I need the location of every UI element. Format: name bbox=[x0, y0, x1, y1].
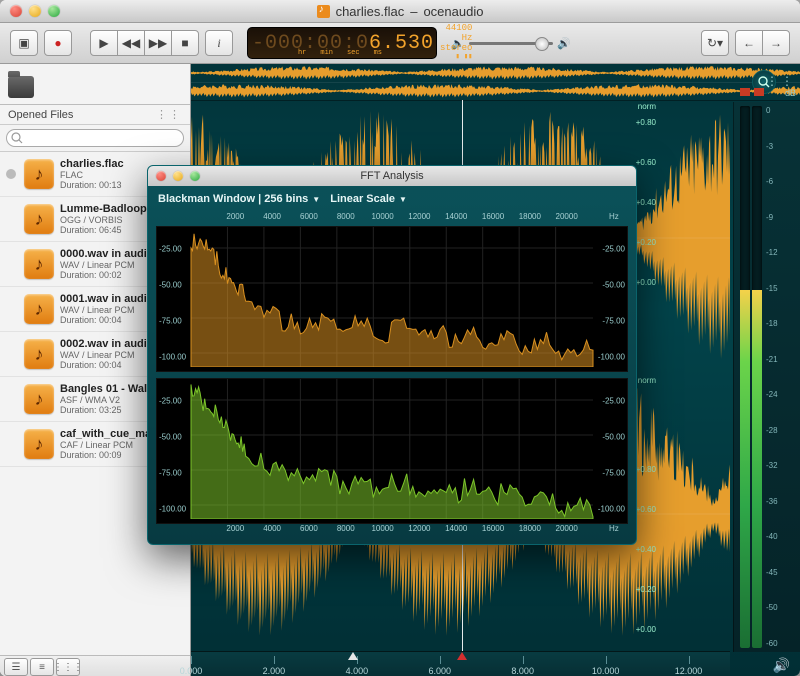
speaker-icon[interactable]: 🔊 bbox=[773, 657, 790, 674]
record-button[interactable]: ● bbox=[44, 30, 72, 56]
fft-window[interactable]: FFT Analysis Blackman Window | 256 bins▼… bbox=[147, 165, 637, 545]
info-button[interactable]: i bbox=[205, 30, 233, 56]
stop-button[interactable]: ■ bbox=[171, 30, 199, 56]
volume-high-icon: 🔊 bbox=[557, 37, 571, 50]
view-compact-button[interactable]: ≡ bbox=[30, 658, 54, 676]
open-button[interactable]: ▣ bbox=[10, 30, 38, 56]
fft-window-dropdown[interactable]: Blackman Window | 256 bins▼ bbox=[158, 193, 320, 205]
audio-file-icon: ♪ bbox=[24, 339, 54, 369]
norm-label-top: norm bbox=[638, 102, 656, 111]
play-button[interactable]: ▶ bbox=[90, 30, 118, 56]
level-meter: 0-3-6-9-12-15-18-21-24-28-32-36-40-45-50… bbox=[733, 102, 800, 652]
zoom-icon[interactable] bbox=[48, 5, 60, 17]
grip-icon[interactable]: ⋮⋮ bbox=[156, 108, 182, 121]
audio-file-icon: ♪ bbox=[24, 294, 54, 324]
window-titlebar: charlies.flac – ocenaudio bbox=[0, 0, 800, 23]
close-icon[interactable] bbox=[10, 5, 22, 17]
time-display: -000:00:06.530 44100 Hz stereo ▮ ▮▮ hr m… bbox=[247, 27, 437, 59]
fft-minimize-icon[interactable] bbox=[173, 171, 183, 181]
view-list-button[interactable]: ☰ bbox=[4, 658, 28, 676]
playhead-marker[interactable] bbox=[457, 652, 467, 662]
undo-button[interactable]: ← bbox=[735, 30, 763, 56]
redo-button[interactable]: → bbox=[762, 30, 790, 56]
norm-label-bottom: norm bbox=[638, 376, 656, 385]
fft-scale-dropdown[interactable]: Linear Scale▼ bbox=[330, 193, 407, 205]
main-toolbar: ▣ ● ▶ ◀◀ ▶▶ ■ i -000:00:06.530 44100 Hz … bbox=[0, 23, 800, 64]
audio-file-icon: ♪ bbox=[24, 204, 54, 234]
fft-title-label: FFT Analysis bbox=[148, 170, 636, 182]
folder-icon[interactable] bbox=[8, 76, 34, 98]
window-title-app: ocenaudio bbox=[423, 4, 483, 19]
time-ruler[interactable]: 0.0002.0004.0006.0008.00010.00012.000 bbox=[191, 651, 730, 676]
fft-close-icon[interactable] bbox=[156, 171, 166, 181]
range-start-marker[interactable] bbox=[348, 652, 358, 662]
audio-file-icon: ♪ bbox=[24, 159, 54, 189]
chevron-down-icon: ▼ bbox=[399, 195, 407, 204]
list-icon[interactable]: ⋮⋮ bbox=[766, 74, 796, 88]
rewind-button[interactable]: ◀◀ bbox=[117, 30, 145, 56]
selected-indicator-icon bbox=[6, 169, 16, 179]
audio-file-icon: ♪ bbox=[24, 429, 54, 459]
fast-forward-button[interactable]: ▶▶ bbox=[144, 30, 172, 56]
audio-file-icon: ♪ bbox=[24, 249, 54, 279]
sample-rate: 44100 Hz bbox=[440, 24, 472, 44]
sidebar-section-label: Opened Files bbox=[8, 109, 73, 121]
peak-right-icon bbox=[754, 88, 764, 96]
meter-db-label: dB bbox=[785, 88, 796, 98]
fft-zoom-icon[interactable] bbox=[190, 171, 200, 181]
fft-titlebar[interactable]: FFT Analysis bbox=[148, 166, 636, 186]
view-grid-button[interactable]: ⋮⋮⋮ bbox=[56, 658, 80, 676]
history-button[interactable]: ↻▾ bbox=[701, 30, 729, 56]
document-icon bbox=[317, 5, 330, 18]
overview-waveform[interactable] bbox=[191, 64, 800, 101]
sidebar-search-input[interactable] bbox=[6, 129, 184, 147]
chevron-down-icon: ▼ bbox=[312, 195, 320, 204]
audio-file-icon: ♪ bbox=[24, 384, 54, 414]
fft-chart-right: -25.00-25.00-50.00-50.00-75.00-75.00-100… bbox=[156, 378, 628, 524]
minimize-icon[interactable] bbox=[29, 5, 41, 17]
fft-chart-left: -25.00-25.00-50.00-50.00-75.00-75.00-100… bbox=[156, 226, 628, 372]
window-title-file: charlies.flac bbox=[336, 4, 405, 19]
peak-left-icon bbox=[740, 88, 750, 96]
